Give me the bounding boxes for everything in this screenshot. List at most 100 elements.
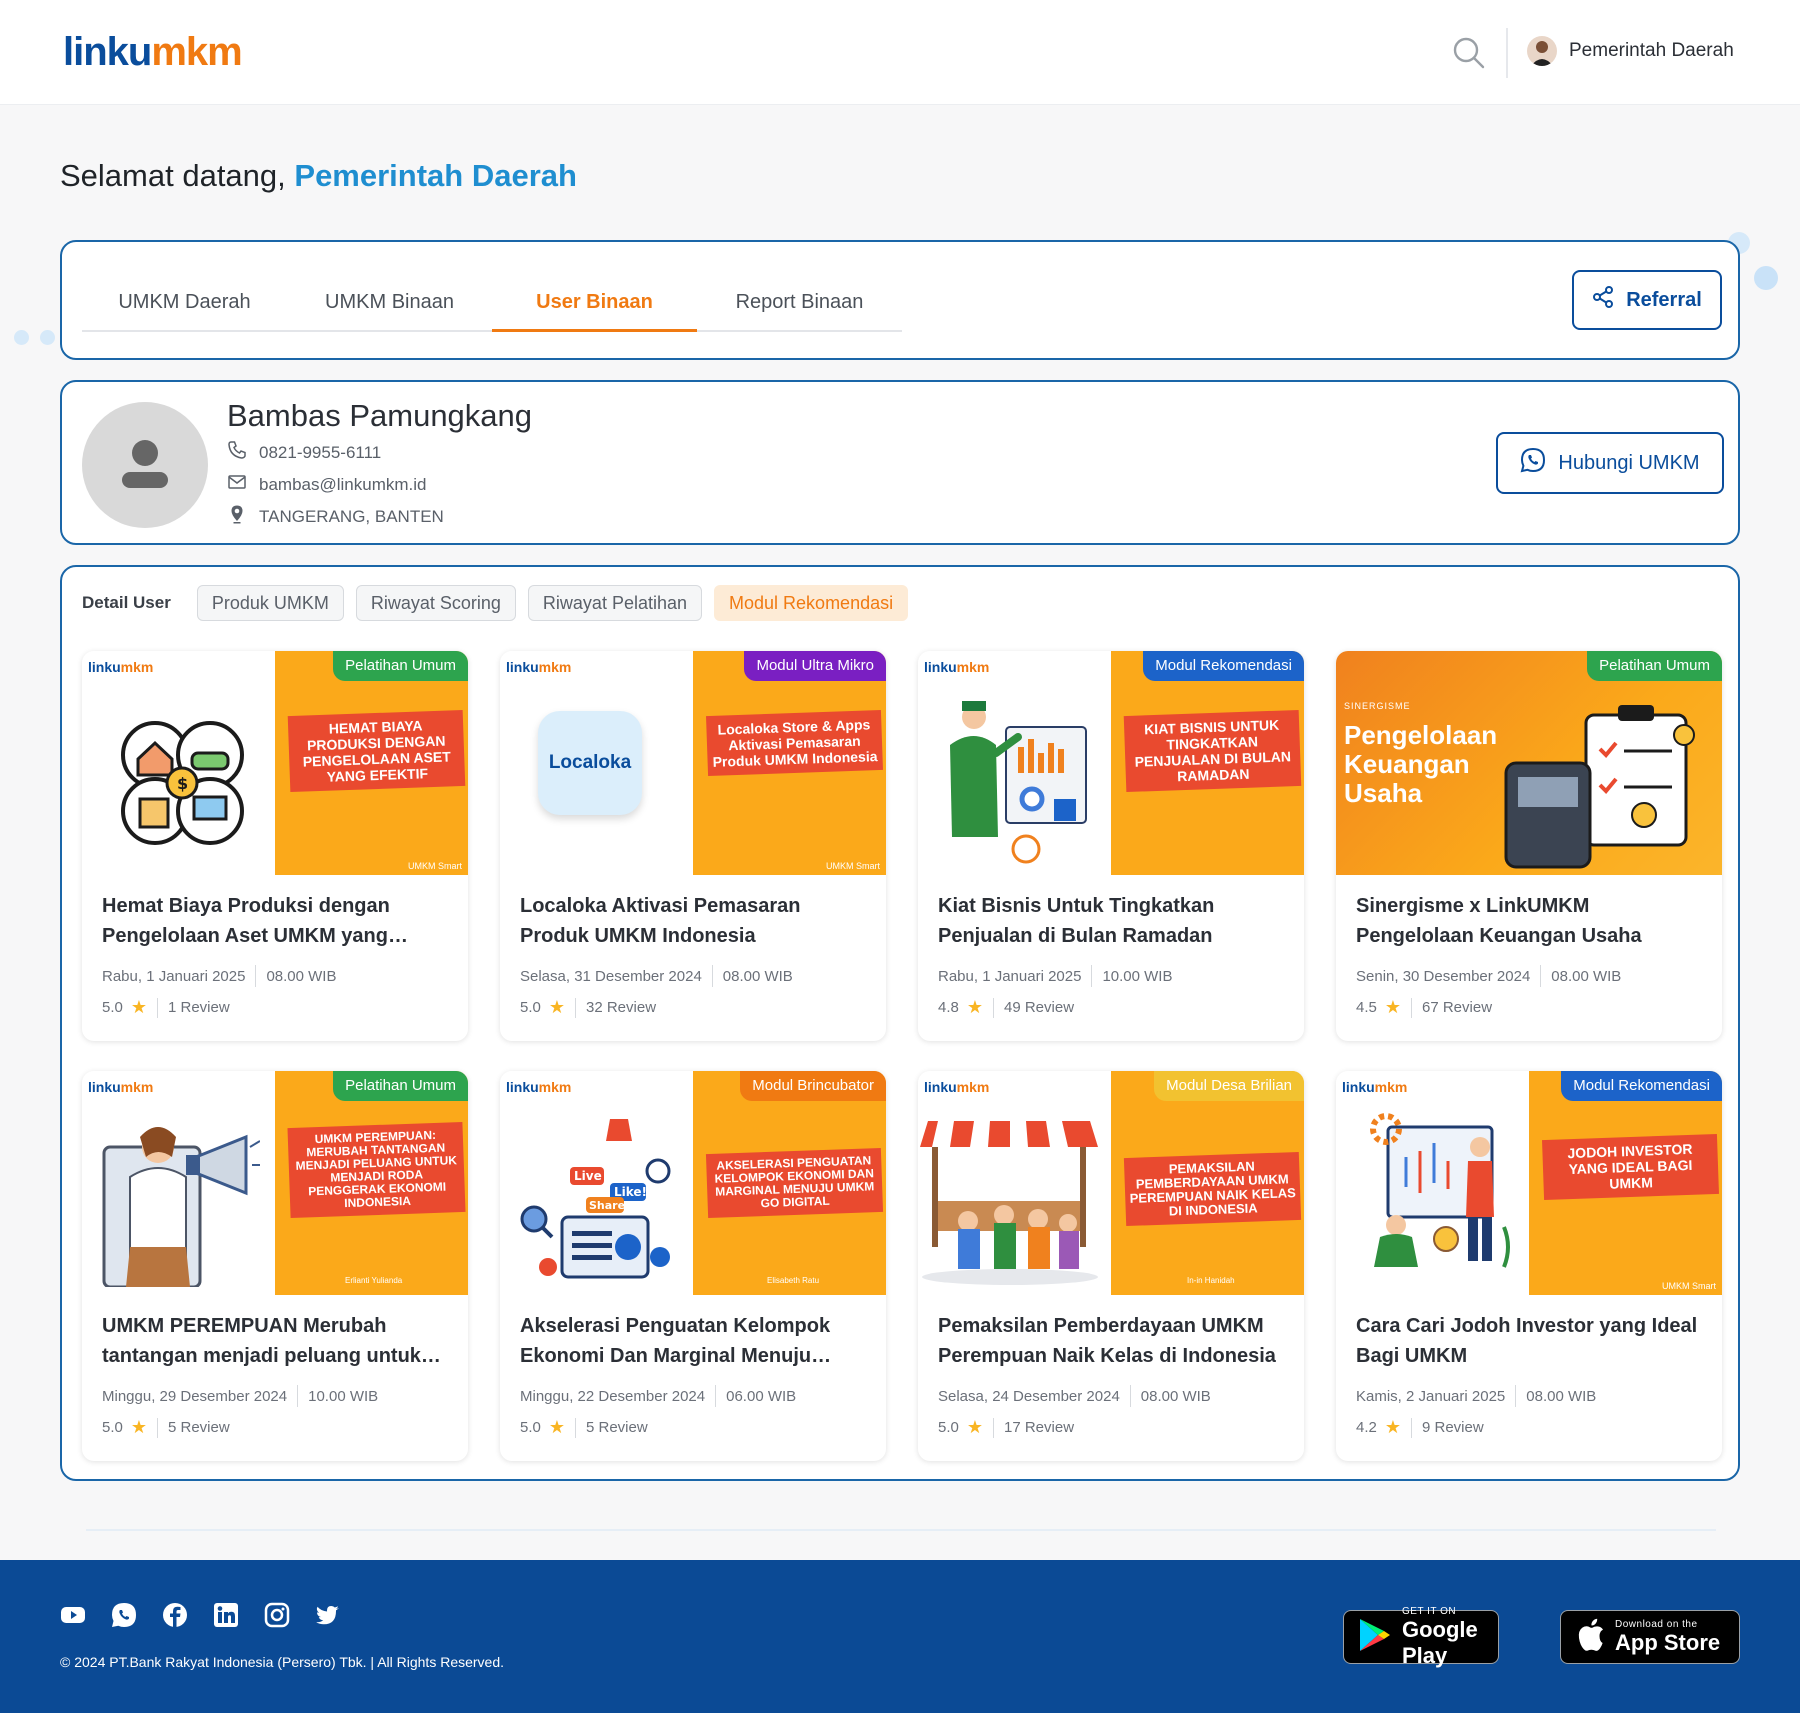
svg-text:$: $ [177, 774, 188, 793]
welcome-title: Selamat datang, Pemerintah Daerah [60, 158, 577, 193]
subtab-modul-rekomendasi[interactable]: Modul Rekomendasi [714, 585, 909, 621]
tab-umkm-binaan[interactable]: UMKM Binaan [287, 272, 492, 330]
category-badge: Pelatihan Umum [1587, 651, 1722, 681]
mail-icon [227, 472, 247, 497]
finance-illustration [1504, 705, 1695, 869]
module-title: Sinergisme x LinkUMKM Pengelolaan Keuang… [1356, 895, 1642, 947]
category-badge: Modul Desa Brilian [1154, 1071, 1304, 1101]
module-thumbnail: linkumkm JODOH INVESTOR YANG IDEAL BAGI … [1336, 1071, 1722, 1295]
thumb-banner: KIAT BISNIS UNTUK TINGKATKAN PENJUALAN D… [1111, 651, 1304, 875]
linkedin-icon[interactable] [213, 1602, 239, 1628]
location-pin-icon [227, 504, 247, 529]
module-card[interactable]: linkumkm PEMAKSILAN PEMBERDAYAAN UMKM PE… [918, 1071, 1304, 1461]
module-schedule: Selasa, 31 Desember 2024 08.00 WIB [520, 965, 870, 987]
subtab-riwayat-pelatihan[interactable]: Riwayat Pelatihan [527, 585, 703, 621]
star-icon: ★ [130, 997, 147, 1017]
thumb-logo: linkumkm [1342, 1079, 1408, 1095]
module-title: Localoka Aktivasi Pemasaran Produk UMKM … [520, 895, 801, 947]
whatsapp-icon[interactable] [111, 1602, 137, 1628]
module-schedule: Senin, 30 Desember 2024 08.00 WIB [1356, 965, 1706, 987]
module-thumbnail: linkumkm PEMAKSILAN PEMBERDAYAAN UMKM PE… [918, 1071, 1304, 1295]
star-icon: ★ [966, 1417, 983, 1437]
instagram-icon[interactable] [264, 1602, 290, 1628]
whatsapp-icon [1520, 447, 1546, 479]
linkumkm-logo[interactable]: linkumkm [63, 30, 243, 75]
user-avatar [82, 402, 208, 528]
module-rating: 5.0 ★ 5 Review [520, 1417, 648, 1438]
thumb-logo: linkumkm [88, 659, 154, 675]
sub-tabs: Detail User Produk UMKM Riwayat Scoring … [82, 585, 909, 621]
apple-icon [1575, 1617, 1605, 1658]
tab-report-binaan[interactable]: Report Binaan [697, 272, 902, 330]
profile-name: Bambas Pamungkang [227, 398, 533, 433]
svg-text:Share: Share [589, 1199, 625, 1212]
module-grid: linkumkm $ HEMAT BIAYA PRODUKSI DENGAN P… [82, 651, 1722, 1461]
google-play-icon [1358, 1617, 1392, 1658]
star-icon: ★ [130, 1417, 147, 1437]
thumb-banner: PEMAKSILAN PEMBERDAYAAN UMKM PEREMPUAN N… [1111, 1071, 1304, 1295]
module-schedule: Minggu, 22 Desember 2024 06.00 WIB [520, 1385, 870, 1407]
module-card[interactable]: linkumkm Localoka Localoka Store & Apps … [500, 651, 886, 1041]
thumb-banner: HEMAT BIAYA PRODUKSI DENGAN PENGELOLAAN … [275, 651, 468, 875]
profile-location: TANGERANG, BANTEN [227, 504, 444, 529]
profile-email: bambas@linkumkm.id [227, 472, 426, 497]
main-tabs: UMKM Daerah UMKM Binaan User Binaan Repo… [82, 272, 902, 332]
star-icon: ★ [548, 997, 565, 1017]
social-links [60, 1602, 341, 1628]
module-title: Hemat Biaya Produksi dengan Pengelolaan … [102, 895, 390, 947]
asset-illustration: $ [121, 721, 244, 845]
module-rating: 5.0 ★ 5 Review [102, 1417, 230, 1438]
tab-umkm-daerah[interactable]: UMKM Daerah [82, 272, 287, 330]
share-icon [1592, 286, 1614, 314]
google-play-badge[interactable]: GET IT ON Google Play [1343, 1606, 1499, 1668]
investor-illustration [1370, 1113, 1510, 1268]
facebook-icon[interactable] [162, 1602, 188, 1628]
module-rating: 4.8 ★ 49 Review [938, 997, 1075, 1018]
user-menu[interactable]: Pemerintah Daerah [1527, 36, 1734, 66]
module-card[interactable]: linkumkm JODOH INVESTOR YANG IDEAL BAGI … [1336, 1071, 1722, 1461]
module-rating: 5.0 ★ 17 Review [938, 1417, 1075, 1438]
module-title: Kiat Bisnis Untuk Tingkatkan Penjualan d… [938, 895, 1215, 947]
module-rating: 5.0 ★ 32 Review [520, 997, 657, 1018]
module-card[interactable]: SINERGISME Pengelolaan Keuangan Usaha Pe… [1336, 651, 1722, 1041]
avatar [1527, 36, 1557, 66]
twitter-icon[interactable] [315, 1602, 341, 1628]
contact-umkm-button[interactable]: Hubungi UMKM [1496, 432, 1724, 494]
module-card[interactable]: linkumkm UMKM PEREMPUAN: MERUBAH TANTANG… [82, 1071, 468, 1461]
subtab-riwayat-scoring[interactable]: Riwayat Scoring [355, 585, 516, 621]
subtab-detail-user[interactable]: Detail User [82, 593, 171, 613]
decor-dot [14, 330, 29, 345]
category-badge: Modul Rekomendasi [1561, 1071, 1722, 1101]
module-card[interactable]: linkumkm KIAT BISNIS UNTUK TINGKATKAN PE… [918, 651, 1304, 1041]
market-stall-illustration [920, 1121, 1098, 1285]
megaphone-woman-illustration [102, 1127, 260, 1287]
category-badge: Modul Rekomendasi [1143, 651, 1304, 681]
module-rating: 4.2 ★ 9 Review [1356, 1417, 1484, 1438]
star-icon: ★ [1384, 997, 1401, 1017]
referral-button[interactable]: Referral [1572, 270, 1722, 330]
module-thumbnail: linkumkm UMKM PEREMPUAN: MERUBAH TANTANG… [82, 1071, 468, 1295]
thumb-logo: linkumkm [88, 1079, 154, 1095]
module-card[interactable]: linkumkm $ HEMAT BIAYA PRODUKSI DENGAN P… [82, 651, 468, 1041]
search-icon[interactable] [1452, 36, 1486, 70]
thumb-banner: JODOH INVESTOR YANG IDEAL BAGI UMKM UMKM… [1529, 1071, 1722, 1295]
star-icon: ★ [548, 1417, 565, 1437]
thumb-logo: linkumkm [506, 1079, 572, 1095]
module-title: Cara Cari Jodoh Investor yang Ideal Bagi… [1356, 1315, 1698, 1367]
header-divider [1506, 28, 1508, 78]
thumb-banner: SINERGISME Pengelolaan Keuangan Usaha [1336, 651, 1722, 875]
module-card[interactable]: linkumkm Live Like! Share AKSELERASI PENGU… [500, 1071, 886, 1461]
module-schedule: Kamis, 2 Januari 2025 08.00 WIB [1356, 1385, 1706, 1407]
subtab-produk-umkm[interactable]: Produk UMKM [196, 585, 344, 621]
thumb-logo: linkumkm [924, 1079, 990, 1095]
phone-icon [227, 440, 247, 465]
module-rating: 5.0 ★ 1 Review [102, 997, 230, 1018]
footer: © 2024 PT.Bank Rakyat Indonesia (Persero… [0, 1560, 1800, 1713]
tab-user-binaan[interactable]: User Binaan [492, 272, 697, 332]
youtube-icon[interactable] [60, 1602, 86, 1628]
star-icon: ★ [1384, 1417, 1401, 1437]
app-store-badge[interactable]: Download on the App Store [1560, 1610, 1740, 1664]
star-icon: ★ [966, 997, 983, 1017]
copyright-text: © 2024 PT.Bank Rakyat Indonesia (Persero… [60, 1654, 505, 1670]
category-badge: Pelatihan Umum [333, 1071, 468, 1101]
